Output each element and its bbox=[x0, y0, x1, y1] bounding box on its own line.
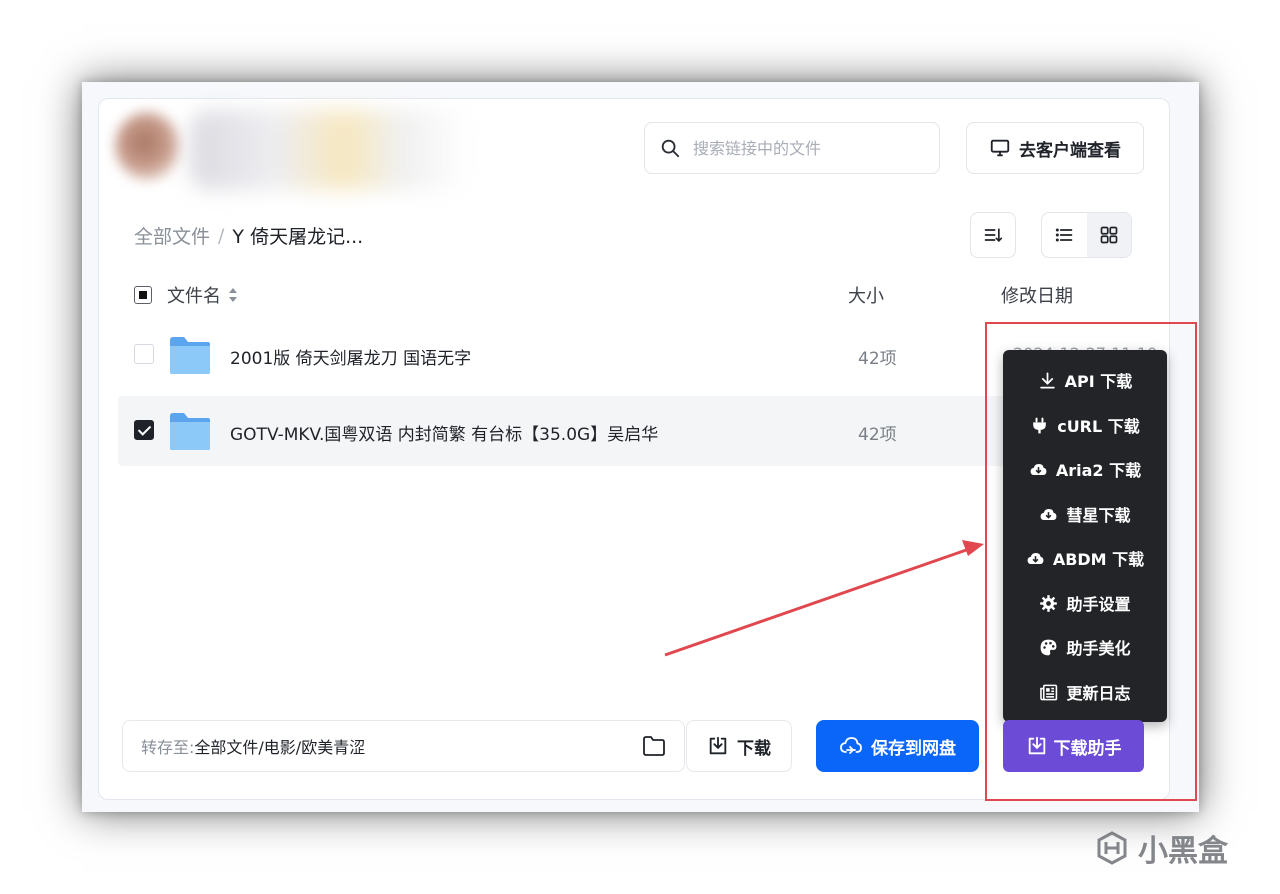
column-size: 大小 bbox=[848, 286, 884, 307]
monitor-icon bbox=[990, 139, 1010, 157]
download-button-label: 下载 bbox=[737, 738, 771, 759]
blurred-sharer-info bbox=[190, 110, 470, 190]
save-to-field[interactable]: 转存至: 全部文件/电影/欧美青涩 bbox=[122, 720, 685, 772]
grid-icon bbox=[1100, 226, 1118, 244]
download-button[interactable]: 下载 bbox=[686, 720, 792, 772]
table-header: 文件名 大小 修改日期 bbox=[134, 280, 1134, 310]
column-modified: 修改日期 bbox=[1001, 286, 1073, 307]
file-size: 42项 bbox=[858, 349, 897, 369]
download-tray-icon bbox=[709, 736, 727, 755]
grid-view-button[interactable] bbox=[1086, 213, 1131, 257]
row-checkbox[interactable] bbox=[134, 344, 154, 364]
heybox-logo-icon bbox=[1097, 831, 1127, 865]
list-view-button[interactable] bbox=[1042, 213, 1087, 257]
watermark-text: 小黑盒 bbox=[1138, 834, 1228, 869]
file-name[interactable]: 2001版 倚天剑屠龙刀 国语无字 bbox=[230, 344, 471, 369]
sort-icon bbox=[984, 228, 1003, 243]
breadcrumb-separator: / bbox=[218, 224, 225, 247]
list-icon bbox=[1056, 228, 1073, 242]
folder-icon bbox=[170, 413, 210, 450]
file-size: 42项 bbox=[858, 425, 897, 445]
folder-outline-icon[interactable] bbox=[642, 735, 666, 757]
row-checkbox[interactable] bbox=[134, 420, 154, 440]
search-box[interactable] bbox=[644, 122, 940, 174]
open-client-button[interactable]: 去客户端查看 bbox=[966, 122, 1144, 174]
sort-arrows-icon bbox=[229, 288, 237, 302]
save-to-drive-label: 保存到网盘 bbox=[871, 738, 956, 759]
cloud-upload-icon bbox=[840, 737, 862, 754]
breadcrumb-current: Y 倚天屠龙记... bbox=[232, 226, 364, 248]
breadcrumb: 全部文件 / Y 倚天屠龙记... bbox=[134, 222, 363, 249]
search-icon bbox=[661, 139, 680, 158]
avatar bbox=[115, 112, 180, 180]
search-input[interactable] bbox=[691, 137, 925, 159]
column-name-label: 文件名 bbox=[167, 286, 221, 307]
save-to-drive-button[interactable]: 保存到网盘 bbox=[816, 720, 979, 772]
view-toggle bbox=[1041, 212, 1132, 258]
save-to-label: 转存至: bbox=[141, 738, 195, 757]
open-client-label: 去客户端查看 bbox=[1019, 140, 1121, 161]
watermark: 小黑盒 bbox=[1094, 826, 1228, 870]
select-all-checkbox[interactable] bbox=[134, 286, 152, 304]
sort-button[interactable] bbox=[970, 212, 1016, 258]
column-name[interactable]: 文件名 bbox=[167, 282, 239, 308]
file-name[interactable]: GOTV-MKV.国粤双语 内封简繁 有台标【35.0G】吴启华 bbox=[230, 420, 658, 445]
folder-icon bbox=[170, 337, 210, 374]
breadcrumb-root[interactable]: 全部文件 bbox=[134, 222, 210, 249]
save-to-path: 全部文件/电影/欧美青涩 bbox=[194, 738, 366, 757]
annotation-highlight-box bbox=[985, 322, 1197, 801]
